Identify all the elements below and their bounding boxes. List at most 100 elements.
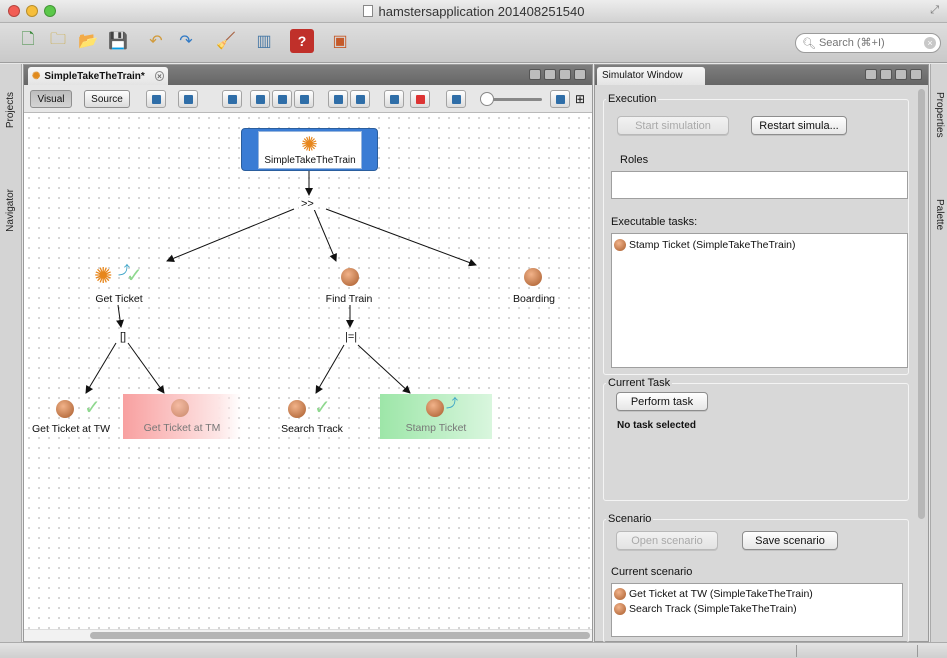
user-task-icon: [426, 399, 444, 417]
task-get-ticket[interactable]: ✺ ⤴ ✓ Get Ticket: [74, 263, 164, 305]
distribute-vertical-icon[interactable]: [350, 90, 370, 108]
search-box[interactable]: 🔍︎ ×: [795, 33, 941, 53]
edge-getticket-op: [116, 304, 125, 328]
zoom-in-icon[interactable]: [550, 90, 570, 108]
tree-edges: [85, 171, 477, 394]
edge-choice-tw: [85, 342, 117, 394]
right-side-strip: Properties Palette: [930, 64, 947, 642]
align-right-icon[interactable]: [294, 90, 314, 108]
edge-op-boarding: [325, 208, 477, 267]
horizontal-scroll-thumb[interactable]: [90, 632, 590, 639]
maximize-panel-button[interactable]: [574, 69, 586, 80]
layout-tree-icon[interactable]: [146, 90, 166, 108]
new-file-icon[interactable]: 🗋: [16, 29, 40, 53]
scroll-left-button[interactable]: [529, 69, 541, 80]
abstract-task-icon: ✺: [94, 263, 113, 288]
help-icon[interactable]: ?: [290, 29, 314, 53]
task-model-icon: ✺: [32, 70, 41, 82]
task-stamp-ticket[interactable]: ⤴ Stamp Ticket: [380, 394, 492, 439]
perform-task-button[interactable]: Perform task: [616, 392, 708, 411]
distribute-horizontal-icon[interactable]: [328, 90, 348, 108]
navigator-tab[interactable]: Navigator: [5, 189, 16, 232]
start-simulation-button[interactable]: Start simulation: [617, 116, 729, 135]
source-view-button[interactable]: Source: [84, 90, 130, 108]
search-input[interactable]: [818, 37, 919, 49]
root-task-node[interactable]: ✺ SimpleTakeTheTrain: [241, 128, 378, 171]
save-all-icon[interactable]: 💾: [106, 29, 130, 53]
user-task-icon: [56, 400, 74, 418]
task-model-canvas[interactable]: ✺ SimpleTakeTheTrain >> ✺ ⤴ ✓ Get Ticket…: [24, 113, 592, 631]
close-tab-icon[interactable]: ×: [154, 71, 164, 81]
zoom-out-icon[interactable]: [446, 90, 466, 108]
redo-icon[interactable]: ↷: [174, 29, 198, 53]
align-center-icon[interactable]: [272, 90, 292, 108]
projects-tab[interactable]: Projects: [5, 92, 16, 128]
iteration-icon: ⤴: [446, 396, 459, 410]
zoom-slider-knob[interactable]: [480, 92, 494, 106]
document-icon: [362, 5, 373, 17]
new-project-icon[interactable]: 🗀: [46, 29, 70, 53]
simulator-tab-bar: Simulator Window: [595, 65, 928, 85]
scenario-group: Scenario Open scenario Save scenario Cur…: [603, 513, 909, 643]
simulator-vertical-scrollbar[interactable]: [918, 89, 925, 519]
align-left-icon[interactable]: [250, 90, 270, 108]
visual-view-button[interactable]: Visual: [30, 90, 72, 108]
roles-label: Roles: [620, 154, 649, 166]
current-task-group: Current Task Perform task No task select…: [603, 377, 909, 501]
open-project-icon[interactable]: 📂: [76, 29, 100, 53]
scroll-right-button[interactable]: [544, 69, 556, 80]
edge-conc-stamp: [357, 344, 411, 394]
roles-field[interactable]: [611, 171, 908, 199]
filter-icon[interactable]: [178, 90, 198, 108]
task-get-ticket-at-tw[interactable]: ✓ Get Ticket at TW: [26, 395, 116, 435]
title-bar: hamstersapplication 201408251540 ⤢: [0, 0, 947, 23]
open-scenario-button[interactable]: Open scenario: [616, 531, 718, 550]
executable-tasks-list[interactable]: Stamp Ticket (SimpleTakeTheTrain): [611, 233, 908, 368]
list-item[interactable]: Search Track (SimpleTakeTheTrain): [612, 601, 902, 616]
check-icon: ✓: [84, 397, 101, 419]
task-boarding[interactable]: Boarding: [499, 263, 569, 305]
fit-icon[interactable]: ⊞: [575, 92, 585, 106]
palette-tab[interactable]: Palette: [934, 199, 945, 230]
task-find-train[interactable]: Find Train: [309, 263, 389, 305]
tab-list-button[interactable]: [559, 69, 571, 80]
editor-panel: ✺ SimpleTakeTheTrain* × Visual Source ⊞ …: [23, 64, 593, 642]
user-task-icon: [614, 238, 626, 251]
zoom-magnifier-icon[interactable]: [384, 90, 404, 108]
app-window: hamstersapplication 201408251540 ⤢ 🗋 🗀 📂…: [0, 0, 947, 658]
grid-toggle-icon[interactable]: [410, 90, 430, 108]
list-item[interactable]: Get Ticket at TW (SimpleTakeTheTrain): [612, 586, 902, 601]
search-icon: 🔍︎: [802, 37, 816, 50]
editor-tab[interactable]: ✺ SimpleTakeTheTrain* ×: [28, 67, 168, 85]
user-task-icon: [614, 602, 626, 615]
save-scenario-button[interactable]: Save scenario: [742, 531, 838, 550]
check-icon: ✓: [126, 265, 143, 287]
add-task-icon[interactable]: [222, 90, 242, 108]
current-scenario-list[interactable]: Get Ticket at TW (SimpleTakeTheTrain) Se…: [611, 583, 903, 637]
editor-toolbar: Visual Source ⊞: [24, 85, 592, 113]
fullscreen-icon[interactable]: ⤢: [930, 4, 939, 17]
run-icon[interactable]: ▣: [328, 29, 352, 53]
sim-scroll-left-button[interactable]: [865, 69, 877, 80]
status-separator: [796, 645, 797, 657]
edge-op-findtrain: [313, 208, 337, 262]
user-task-icon: [341, 268, 359, 286]
clear-search-icon[interactable]: ×: [924, 37, 936, 49]
window-title: hamstersapplication 201408251540: [0, 4, 947, 19]
execution-group: Execution Start simulation Restart simul…: [603, 93, 909, 375]
properties-tab[interactable]: Properties: [934, 92, 945, 138]
task-search-track[interactable]: ✓ Search Track: [272, 395, 352, 435]
sim-scroll-right-button[interactable]: [880, 69, 892, 80]
task-get-ticket-at-tm[interactable]: Get Ticket at TM: [123, 394, 241, 439]
sim-maximize-button[interactable]: [910, 69, 922, 80]
horizontal-scrollbar[interactable]: [24, 629, 592, 641]
user-task-icon: [614, 587, 626, 600]
build-icon[interactable]: ▥: [252, 29, 276, 53]
simulator-window-tab[interactable]: Simulator Window: [597, 67, 705, 85]
sim-tab-list-button[interactable]: [895, 69, 907, 80]
clean-build-icon[interactable]: 🧹: [214, 29, 238, 53]
restart-simulation-button[interactable]: Restart simula...: [751, 116, 847, 135]
undo-icon[interactable]: ↶: [144, 29, 168, 53]
list-item[interactable]: Stamp Ticket (SimpleTakeTheTrain): [612, 237, 907, 252]
simulator-panel: Simulator Window Execution Start simulat…: [594, 64, 929, 643]
